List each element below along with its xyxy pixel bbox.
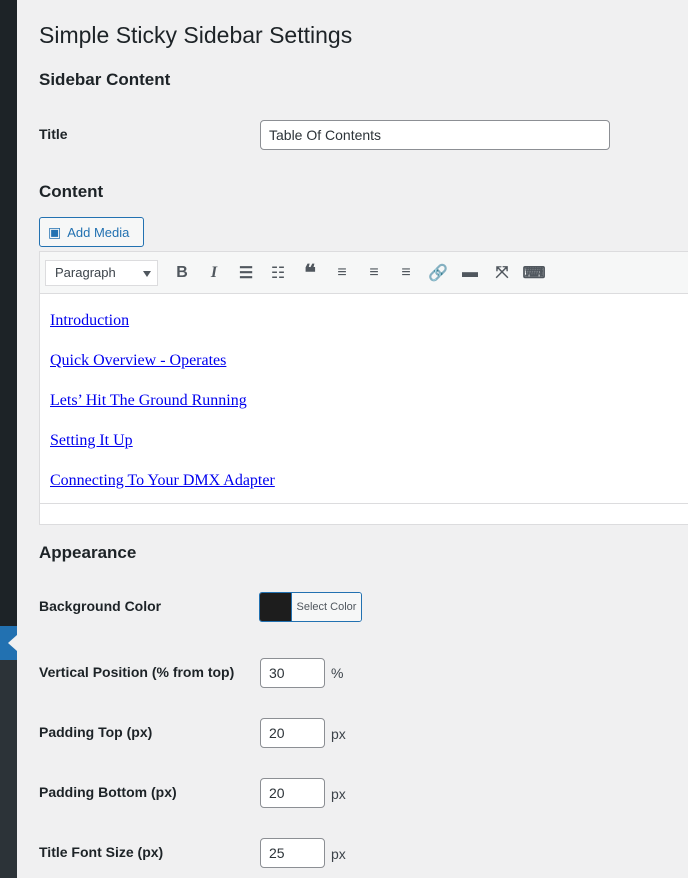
add-media-button[interactable]: ▣ Add Media [39,217,144,247]
padding-bottom-label: Padding Bottom (px) [39,784,177,800]
unit-label: px [331,846,346,862]
read-more-icon[interactable]: ▬ [454,258,486,288]
color-picker-button[interactable]: Select Color [259,592,362,622]
editor-statusbar [40,503,688,504]
toc-link[interactable]: Connecting To Your DMX Adapter [50,472,688,490]
bold-icon[interactable]: B [166,258,198,288]
unit-label: % [331,665,344,681]
toc-link[interactable]: Introduction [50,312,688,330]
blockquote-icon[interactable]: ❝ [294,258,326,288]
numbered-list-icon[interactable]: ☷ [262,258,294,288]
padding-bottom-input[interactable] [260,778,325,808]
format-select[interactable]: Paragraph [45,259,158,286]
title-input[interactable] [260,120,610,150]
toc-link[interactable]: Setting It Up [50,432,688,450]
padding-top-input[interactable] [260,718,325,748]
content-editor[interactable]: Paragraph B I ☰ ☷ ❝ ≡ ≡ ≡ 🔗 ▬ ⤧ ⌨ Introd… [39,251,688,525]
section-appearance: Appearance [39,543,137,562]
editor-toolbar: Paragraph B I ☰ ☷ ❝ ≡ ≡ ≡ 🔗 ▬ ⤧ ⌨ [40,252,688,294]
toolbar-toggle-icon[interactable]: ⌨ [518,258,550,288]
vertical-position-label: Vertical Position (% from top) [39,664,235,680]
section-content: Content [39,182,104,201]
align-right-icon[interactable]: ≡ [390,258,422,288]
unit-label: px [331,786,346,802]
toc-link[interactable]: Lets’ Hit The Ground Running [50,392,688,410]
toc-link[interactable]: Quick Overview - Operates [50,352,688,370]
media-icon: ▣ [48,223,62,240]
current-menu-indicator[interactable] [0,626,17,660]
align-left-icon[interactable]: ≡ [326,258,358,288]
unit-label: px [331,726,346,742]
bullet-list-icon[interactable]: ☰ [230,258,262,288]
italic-icon[interactable]: I [198,258,230,288]
color-swatch [260,593,291,621]
admin-sidebar [0,0,17,878]
section-sidebar-content: Sidebar Content [39,70,171,89]
padding-top-label: Padding Top (px) [39,724,153,740]
page-title: Simple Sticky Sidebar Settings [39,22,353,48]
align-center-icon[interactable]: ≡ [358,258,390,288]
editor-body[interactable]: Introduction Quick Overview - Operates L… [40,294,688,530]
title-label: Title [39,126,68,142]
link-icon[interactable]: 🔗 [422,258,454,288]
title-font-size-label: Title Font Size (px) [39,844,164,860]
fullscreen-icon[interactable]: ⤧ [486,258,518,288]
bg-color-label: Background Color [39,598,162,614]
vertical-position-input[interactable] [260,658,325,688]
title-font-size-input[interactable] [260,838,325,868]
